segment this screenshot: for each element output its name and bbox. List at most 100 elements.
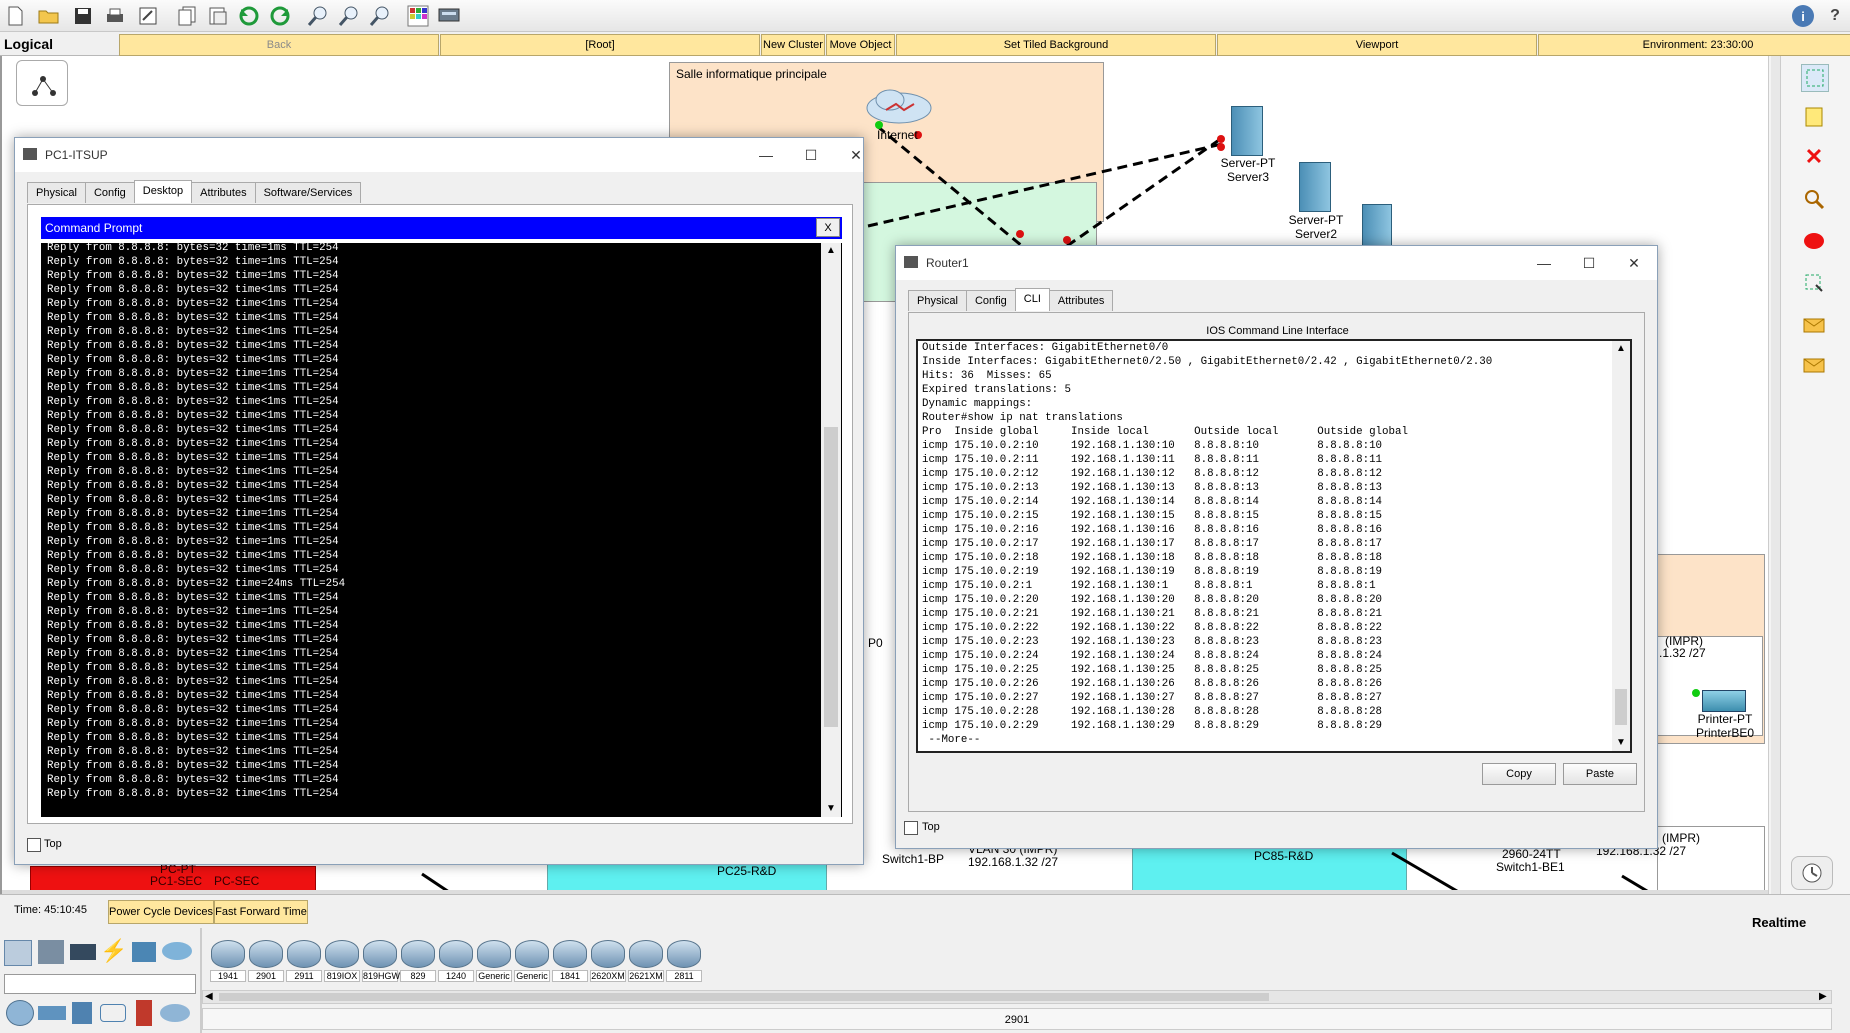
- router-minimize-button[interactable]: —: [1526, 252, 1562, 274]
- scroll-thumb[interactable]: [824, 427, 838, 727]
- device-model-item[interactable]: 819HGW: [362, 940, 400, 988]
- connections-category-icon[interactable]: ⚡: [100, 938, 127, 964]
- security-subcategory-icon[interactable]: [136, 1000, 152, 1026]
- save-icon[interactable]: [72, 5, 94, 27]
- palette-icon[interactable]: [407, 5, 429, 27]
- cli-terminal[interactable]: Outside Interfaces: GigabitEthernet0/0 In…: [916, 339, 1632, 753]
- device-model-item[interactable]: 1841: [552, 940, 588, 988]
- multiuser-category-icon[interactable]: [162, 942, 192, 960]
- hubs-subcategory-icon[interactable]: [72, 1002, 92, 1024]
- environment-button[interactable]: Environment: 23:30:00: [1538, 34, 1850, 56]
- routers-subcategory-icon[interactable]: [6, 1000, 34, 1026]
- router-maximize-button[interactable]: ☐: [1571, 252, 1607, 274]
- delete-tool-icon[interactable]: ✕: [1801, 144, 1827, 170]
- device-models-scrollbar[interactable]: ◀ ▶: [202, 990, 1832, 1004]
- minimize-button[interactable]: —: [748, 144, 784, 166]
- server2-icon[interactable]: [1299, 162, 1331, 212]
- device-search-field[interactable]: [4, 974, 196, 994]
- network-devices-category-icon[interactable]: [4, 940, 32, 966]
- command-prompt-close-button[interactable]: X: [816, 218, 840, 237]
- cli-scroll-up-icon[interactable]: ▲: [1616, 343, 1626, 354]
- undo-icon[interactable]: [238, 5, 260, 27]
- move-object-button[interactable]: Move Object: [826, 34, 895, 56]
- fast-forward-time-button[interactable]: Fast Forward Time: [214, 900, 308, 924]
- scroll-down-icon[interactable]: ▼: [826, 803, 836, 814]
- printer-icon[interactable]: [1702, 690, 1746, 712]
- paste-button[interactable]: Paste: [1563, 763, 1637, 785]
- select-tool-icon[interactable]: [1801, 64, 1829, 92]
- tab-physical[interactable]: Physical: [27, 182, 86, 203]
- device-model-item[interactable]: 2901: [248, 940, 284, 988]
- device-scroll-thumb[interactable]: [219, 993, 1269, 1001]
- pc-window-titlebar[interactable]: PC1-ITSUP — ☐ ✕: [15, 138, 863, 172]
- simulation-mode-icon[interactable]: [1791, 856, 1833, 890]
- router-tab-config[interactable]: Config: [965, 290, 1016, 311]
- note-tool-icon[interactable]: [1801, 104, 1827, 130]
- router-tab-cli[interactable]: CLI: [1014, 288, 1050, 311]
- copy-button[interactable]: Copy: [1482, 763, 1556, 785]
- top-checkbox[interactable]: [27, 838, 41, 852]
- paste-icon[interactable]: [207, 5, 229, 27]
- help-icon[interactable]: ?: [1824, 5, 1846, 27]
- device-model-item[interactable]: 1941: [210, 940, 246, 988]
- end-devices-category-icon[interactable]: [38, 940, 64, 964]
- router-tab-attributes[interactable]: Attributes: [1048, 290, 1114, 311]
- draw-shape-tool-icon[interactable]: [1801, 228, 1827, 254]
- copy-icon[interactable]: [176, 5, 198, 27]
- resize-tool-icon[interactable]: [1801, 270, 1827, 296]
- tab-software-services[interactable]: Software/Services: [254, 182, 362, 203]
- new-cluster-button[interactable]: New Cluster: [761, 34, 825, 56]
- internet-cloud-icon[interactable]: [864, 86, 934, 126]
- terminal-scrollbar[interactable]: ▲ ▼: [821, 243, 841, 817]
- logical-view-toggle[interactable]: [16, 60, 68, 106]
- back-button[interactable]: Back: [119, 34, 439, 56]
- open-folder-icon[interactable]: [38, 5, 60, 27]
- device-model-item[interactable]: 2620XM: [590, 940, 626, 988]
- cli-scroll-down-icon[interactable]: ▼: [1616, 737, 1626, 748]
- wan-emulation-subcategory-icon[interactable]: [160, 1004, 190, 1022]
- viewport-button[interactable]: Viewport: [1217, 34, 1537, 56]
- maximize-button[interactable]: ☐: [793, 144, 829, 166]
- complex-pdu-icon[interactable]: [1801, 352, 1827, 378]
- router-top-checkbox[interactable]: [904, 821, 918, 835]
- tab-desktop[interactable]: Desktop: [133, 180, 193, 203]
- tab-config[interactable]: Config: [84, 182, 135, 203]
- tab-attributes[interactable]: Attributes: [191, 182, 256, 203]
- server3-icon[interactable]: [1231, 106, 1263, 156]
- device-model-item[interactable]: 2811: [666, 940, 702, 988]
- inspect-tool-icon[interactable]: [1801, 186, 1827, 212]
- new-file-icon[interactable]: [4, 5, 26, 27]
- set-tiled-background-button[interactable]: Set Tiled Background: [896, 34, 1216, 56]
- device-model-item[interactable]: Generic: [476, 940, 512, 988]
- close-button[interactable]: ✕: [838, 144, 874, 166]
- cli-scrollbar[interactable]: ▲ ▼: [1612, 341, 1630, 751]
- server1-icon[interactable]: [1362, 204, 1392, 250]
- activity-wizard-icon[interactable]: [137, 5, 159, 27]
- root-button[interactable]: [Root]: [440, 34, 760, 56]
- router-tab-physical[interactable]: Physical: [908, 290, 967, 311]
- cli-scroll-thumb[interactable]: [1615, 689, 1627, 725]
- misc-category-icon[interactable]: [132, 942, 156, 962]
- device-scroll-right-icon[interactable]: ▶: [1819, 991, 1827, 1002]
- scroll-up-icon[interactable]: ▲: [826, 245, 836, 256]
- info-icon[interactable]: i: [1792, 5, 1814, 27]
- router-window-titlebar[interactable]: Router1 — ☐ ✕: [896, 246, 1657, 280]
- zoom-reset-icon[interactable]: [338, 5, 360, 27]
- simple-pdu-icon[interactable]: [1801, 312, 1827, 338]
- device-model-item[interactable]: Generic: [514, 940, 550, 988]
- redo-icon[interactable]: [269, 5, 291, 27]
- zoom-in-icon[interactable]: [307, 5, 329, 27]
- switches-subcategory-icon[interactable]: [38, 1006, 66, 1020]
- device-model-item[interactable]: 2621XM: [628, 940, 664, 988]
- power-cycle-devices-button[interactable]: Power Cycle Devices: [108, 900, 214, 924]
- custom-device-icon[interactable]: [438, 5, 460, 27]
- components-category-icon[interactable]: [70, 944, 96, 960]
- command-prompt-terminal[interactable]: Reply from 8.8.8.8: bytes=32 time=1ms TT…: [41, 243, 842, 817]
- device-model-item[interactable]: 2911: [286, 940, 322, 988]
- workspace-vertical-scrollbar[interactable]: [1771, 56, 1781, 894]
- device-scroll-left-icon[interactable]: ◀: [205, 991, 213, 1002]
- device-model-item[interactable]: 1240: [438, 940, 474, 988]
- wireless-subcategory-icon[interactable]: [100, 1004, 126, 1022]
- device-model-item[interactable]: 819IOX: [324, 940, 360, 988]
- router-close-button[interactable]: ✕: [1616, 252, 1652, 274]
